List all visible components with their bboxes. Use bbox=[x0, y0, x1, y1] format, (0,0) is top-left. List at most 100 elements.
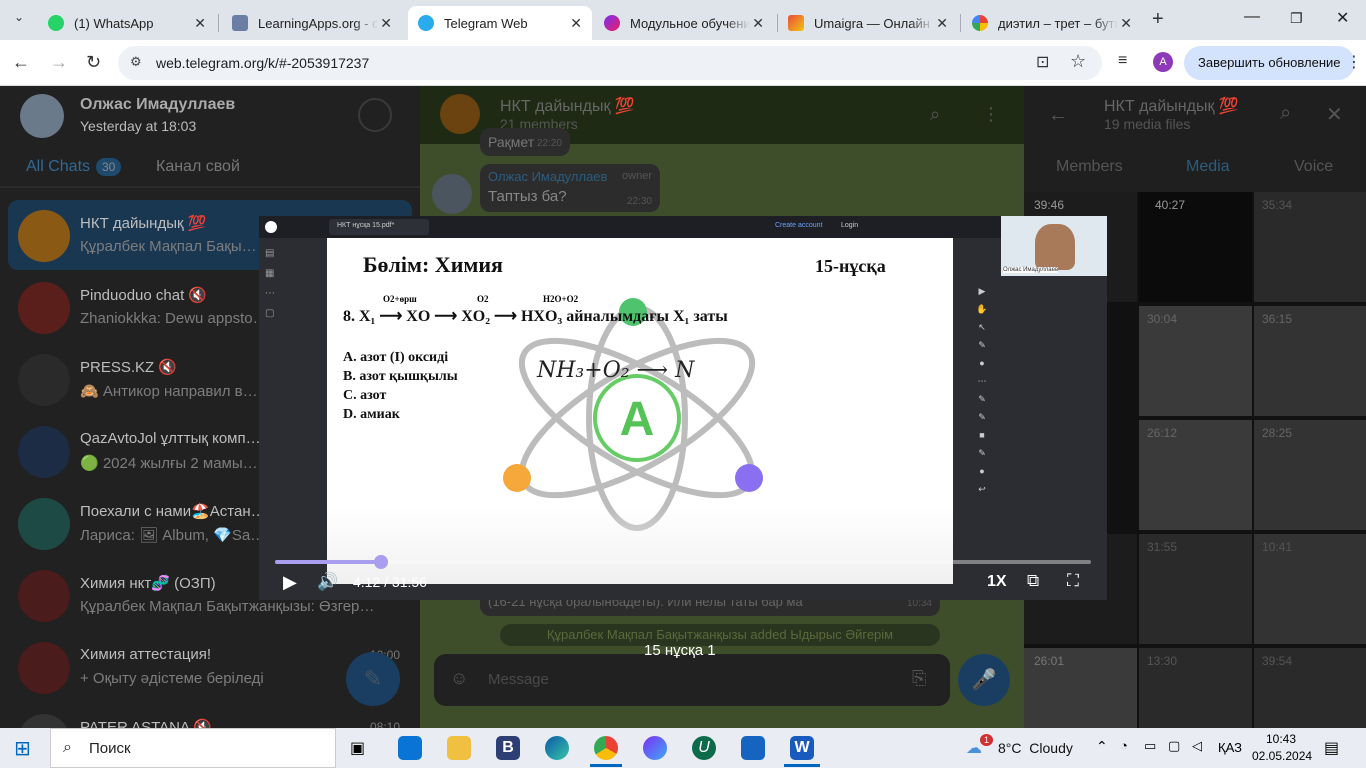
url-bar[interactable]: ⚙ web.telegram.org/k/#-2053917237 ⊡ ☆ bbox=[118, 46, 1102, 80]
close-icon[interactable]: ✕ bbox=[752, 15, 764, 32]
drawing-toolbar[interactable]: ▶ ✋ ↖ ✎ ● ⋯ ✎ ✎ ■ ✎ ● ↩ bbox=[973, 282, 991, 512]
pip-icon[interactable]: ⧉ bbox=[1027, 571, 1039, 591]
chat-item[interactable]: PATER ASTANA 🔇 08:10 bbox=[8, 704, 412, 728]
clock-date[interactable]: 02.05.2024 bbox=[1252, 749, 1312, 763]
tab-media[interactable]: Media bbox=[1186, 158, 1230, 176]
minimize-icon[interactable]: — bbox=[1244, 8, 1260, 26]
restore-icon[interactable]: ❐ bbox=[1290, 10, 1303, 27]
pdf-tab-strip: НКТ нұсқа 15.pdf* Create account Login bbox=[259, 216, 1001, 238]
media-thumb[interactable]: 36:15 bbox=[1254, 306, 1366, 416]
message-input[interactable]: ☺ Message ⎘ bbox=[434, 654, 950, 706]
media-thumb[interactable]: 39:54 bbox=[1254, 648, 1366, 728]
tab-members[interactable]: Members bbox=[1056, 158, 1123, 176]
store-icon[interactable] bbox=[398, 736, 422, 760]
tab-all-chats[interactable]: All Chats bbox=[26, 158, 90, 176]
media-thumb[interactable]: 26:12 bbox=[1139, 420, 1252, 530]
message-bubble[interactable]: Рақмет 22:20 bbox=[480, 128, 570, 156]
tab-whatsapp[interactable]: (1) WhatsApp ✕ bbox=[38, 6, 216, 40]
reload-icon[interactable]: ↻ bbox=[86, 52, 101, 73]
word-icon[interactable]: W bbox=[790, 736, 814, 760]
chrome-icon[interactable] bbox=[594, 736, 618, 760]
tab-list-icon[interactable]: ⌄ bbox=[14, 10, 24, 24]
close-icon[interactable]: ✕ bbox=[1120, 15, 1132, 32]
tab-kanal[interactable]: Канал свой bbox=[156, 158, 240, 176]
bookmark-star-icon[interactable]: ☆ bbox=[1070, 51, 1086, 72]
close-icon[interactable]: ✕ bbox=[1326, 102, 1343, 127]
finish-update-button[interactable]: Завершить обновление bbox=[1184, 46, 1355, 80]
close-icon[interactable]: ✕ bbox=[194, 15, 206, 32]
avatar bbox=[18, 570, 70, 622]
notifications-icon[interactable]: ▤ bbox=[1324, 738, 1339, 758]
seek-handle[interactable] bbox=[374, 555, 389, 569]
compose-button[interactable]: ✎ bbox=[346, 652, 400, 706]
defender-icon[interactable] bbox=[741, 736, 765, 760]
install-app-icon[interactable]: ⊡ bbox=[1036, 52, 1049, 72]
avatar[interactable] bbox=[432, 174, 472, 214]
media-thumb[interactable]: 10:41 bbox=[1254, 534, 1366, 644]
site-info-icon[interactable]: ⚙ bbox=[130, 54, 142, 70]
close-icon[interactable]: ✕ bbox=[570, 15, 582, 32]
emoji-icon[interactable]: ☺ bbox=[450, 668, 468, 689]
mic-button[interactable]: 🎤 bbox=[958, 654, 1010, 706]
tab-learningapps[interactable]: LearningApps.org - с ✕ bbox=[222, 6, 402, 40]
tab-modul[interactable]: Модульное обучени ✕ bbox=[594, 6, 774, 40]
seek-bar[interactable] bbox=[275, 555, 1091, 569]
wifi-icon[interactable]: ◔ bbox=[1120, 738, 1128, 753]
task-view-icon[interactable]: ▣ bbox=[350, 738, 365, 758]
story-icon[interactable] bbox=[358, 98, 392, 132]
play-icon[interactable]: ▶ bbox=[283, 572, 297, 593]
clock-time[interactable]: 10:43 bbox=[1266, 732, 1296, 746]
profile-avatar[interactable]: A bbox=[1153, 52, 1173, 72]
playback-speed-button[interactable]: 1X bbox=[987, 573, 1007, 591]
more-icon[interactable]: ⋮ bbox=[982, 104, 1000, 125]
webcam-overlay: Олжас Имадуллаев bbox=[1001, 216, 1107, 276]
close-icon[interactable]: ✕ bbox=[936, 15, 948, 32]
edge-icon[interactable] bbox=[545, 736, 569, 760]
windows-start-icon[interactable]: ⊞ bbox=[14, 736, 31, 761]
b-app-icon[interactable]: B bbox=[496, 736, 520, 760]
avatar[interactable] bbox=[20, 94, 64, 138]
media-thumb[interactable]: 13:30 bbox=[1139, 648, 1252, 728]
message-bubble[interactable]: Олжас Имадуллаев owner Таптыз ба? 22:30 bbox=[480, 164, 660, 212]
chat-title[interactable]: НКТ дайындық 💯 bbox=[500, 96, 635, 116]
pdf-side-toolbar[interactable]: ▤ ▦ ⋯ ▢ bbox=[265, 244, 279, 344]
media-thumb[interactable]: 28:25 bbox=[1254, 420, 1366, 530]
video-player[interactable]: НКТ нұсқа 15.pdf* Create account Login ▤… bbox=[259, 216, 1107, 600]
service-message: Құралбек Мақпал Бақытжанқызы added Ыдыры… bbox=[500, 624, 940, 646]
weather-text[interactable]: 8°C Cloudy bbox=[998, 740, 1073, 756]
media-control-icon[interactable]: ≡ bbox=[1118, 52, 1127, 70]
media-thumb[interactable]: 40:27 bbox=[1139, 192, 1252, 302]
browser-menu-icon[interactable]: ⋮ bbox=[1346, 52, 1362, 72]
language-indicator[interactable]: ҚАЗ bbox=[1218, 740, 1242, 755]
close-icon[interactable]: ✕ bbox=[380, 15, 392, 32]
tab-telegram[interactable]: Telegram Web ✕ bbox=[408, 6, 592, 40]
media-thumb[interactable]: 35:34 bbox=[1254, 192, 1366, 302]
window-close-icon[interactable]: ✕ bbox=[1336, 8, 1349, 28]
zoom-icon[interactable]: ⌕ bbox=[1280, 102, 1291, 125]
search-icon[interactable]: ⌕ bbox=[930, 104, 940, 125]
fullscreen-icon[interactable]: ⛶ bbox=[1067, 571, 1079, 591]
avatar bbox=[18, 498, 70, 550]
tab-voice[interactable]: Voice bbox=[1294, 158, 1333, 176]
media-thumb[interactable]: 31:55 bbox=[1139, 534, 1252, 644]
display-icon[interactable]: ▢ bbox=[1168, 738, 1180, 754]
file-explorer-icon[interactable] bbox=[447, 736, 471, 760]
u-app-icon[interactable]: U bbox=[692, 736, 716, 760]
speaker-icon[interactable]: ◁ bbox=[1192, 738, 1202, 754]
media-thumb[interactable]: 30:04 bbox=[1139, 306, 1252, 416]
tray-chevron-icon[interactable]: ⌃ bbox=[1096, 738, 1108, 755]
slide-section: Бөлім: Химия bbox=[363, 252, 503, 277]
attach-icon[interactable]: ⎘ bbox=[912, 668, 926, 689]
new-tab-button[interactable]: + bbox=[1152, 8, 1164, 31]
volume-icon[interactable]: 🔊 bbox=[317, 572, 338, 592]
avatar[interactable] bbox=[440, 94, 480, 134]
taskbar-search[interactable]: ⌕ Поиск bbox=[50, 728, 336, 768]
back-icon[interactable]: ← bbox=[1048, 104, 1068, 127]
back-icon[interactable]: ← bbox=[12, 52, 30, 73]
battery-icon[interactable]: ▭ bbox=[1144, 738, 1156, 754]
forward-icon[interactable]: → bbox=[50, 52, 68, 73]
app-icon[interactable] bbox=[643, 736, 667, 760]
tab-google[interactable]: диэтил – трет – бути ✕ bbox=[962, 6, 1142, 40]
media-thumb[interactable]: 26:01 bbox=[1024, 648, 1137, 728]
tab-umaigra[interactable]: Umaigra — Онлайн ✕ bbox=[778, 6, 958, 40]
